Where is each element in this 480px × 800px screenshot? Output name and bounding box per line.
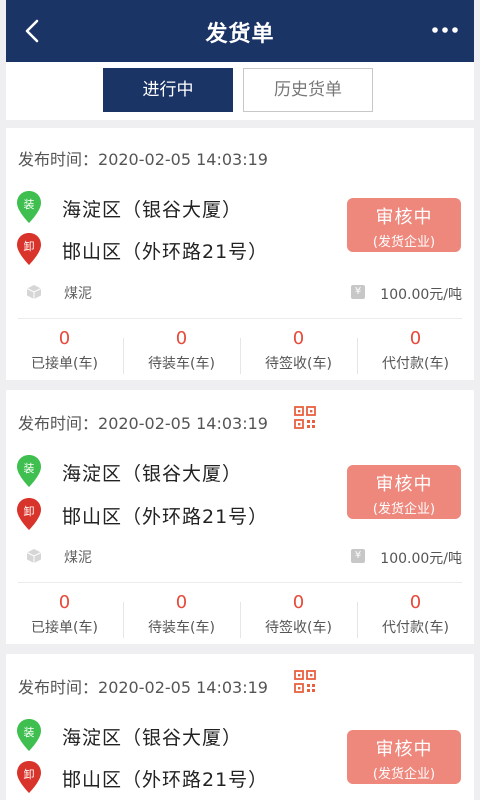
page-title: 发货单: [205, 22, 275, 47]
svg-text:装: 装: [24, 198, 35, 211]
package-icon: [26, 285, 42, 299]
svg-text:卸: 卸: [24, 504, 35, 518]
load-address: 海淀区（银谷大厦）: [62, 199, 243, 221]
svg-text:装: 装: [24, 462, 35, 475]
stat-to-sign[interactable]: 0 待签收(车): [240, 326, 357, 386]
status-badge: 审核中 (发货企业): [347, 198, 461, 252]
svg-text:卸: 卸: [24, 239, 35, 253]
tab-history[interactable]: 历史货单: [243, 68, 373, 112]
load-address: 海淀区（银谷大厦）: [62, 727, 243, 749]
divider: [18, 582, 462, 583]
load-pin-icon: 装: [17, 719, 41, 751]
load-pin-icon: 装: [17, 191, 41, 223]
stat-to-load[interactable]: 0 待装车(车): [123, 590, 240, 650]
order-card[interactable]: 发布时间：2020-02-05 14:03:19 装 海淀区（银谷大厦） 卸 邯…: [6, 654, 474, 800]
svg-text:装: 装: [24, 726, 35, 739]
qr-code-icon[interactable]: [294, 406, 316, 430]
app-header: 发货单: [6, 0, 474, 62]
stat-payment[interactable]: 0 代付款(车): [357, 326, 474, 386]
unload-pin-icon: 卸: [17, 233, 41, 265]
stat-accepted[interactable]: 0 已接单(车): [6, 590, 123, 650]
stat-payment[interactable]: 0 代付款(车): [357, 590, 474, 650]
stat-to-sign[interactable]: 0 待签收(车): [240, 590, 357, 650]
yen-icon: ¥: [351, 285, 365, 299]
goods-name: 煤泥: [64, 550, 92, 566]
goods-name: 煤泥: [64, 286, 92, 302]
tab-bar: 进行中 历史货单: [6, 62, 474, 120]
tab-in-progress[interactable]: 进行中: [103, 68, 233, 112]
yen-icon: ¥: [351, 549, 365, 563]
unload-address: 邯山区（外环路21号）: [62, 241, 269, 263]
svg-text:卸: 卸: [24, 767, 35, 781]
unload-address: 邯山区（外环路21号）: [62, 769, 269, 791]
publish-time: 发布时间：2020-02-05 14:03:19: [18, 150, 268, 169]
divider: [18, 318, 462, 319]
order-stats: 0 已接单(车) 0 待装车(车) 0 待签收(车) 0 代付款(车): [6, 326, 474, 386]
status-badge: 审核中 (发货企业): [347, 465, 461, 519]
load-pin-icon: 装: [17, 455, 41, 487]
more-dots-icon[interactable]: [430, 20, 460, 40]
publish-time: 发布时间：2020-02-05 14:03:19: [18, 414, 268, 433]
unload-pin-icon: 卸: [17, 761, 41, 793]
stat-accepted[interactable]: 0 已接单(车): [6, 326, 123, 386]
order-stats: 0 已接单(车) 0 待装车(车) 0 待签收(车) 0 代付款(车): [6, 590, 474, 650]
status-badge: 审核中 (发货企业): [347, 730, 461, 784]
order-card[interactable]: 发布时间：2020-02-05 14:03:19 装 海淀区（银谷大厦） 卸 邯…: [6, 128, 474, 380]
qr-code-icon[interactable]: [294, 670, 316, 694]
stat-to-load[interactable]: 0 待装车(车): [123, 326, 240, 386]
unit-price: 100.00元/吨: [380, 287, 462, 303]
unload-pin-icon: 卸: [17, 498, 41, 530]
package-icon: [26, 549, 42, 563]
unload-address: 邯山区（外环路21号）: [62, 506, 269, 528]
load-address: 海淀区（银谷大厦）: [62, 463, 243, 485]
unit-price: 100.00元/吨: [380, 551, 462, 567]
publish-time: 发布时间：2020-02-05 14:03:19: [18, 678, 268, 697]
order-card[interactable]: 发布时间：2020-02-05 14:03:19 装 海淀区（银谷大厦） 卸 邯…: [6, 390, 474, 644]
